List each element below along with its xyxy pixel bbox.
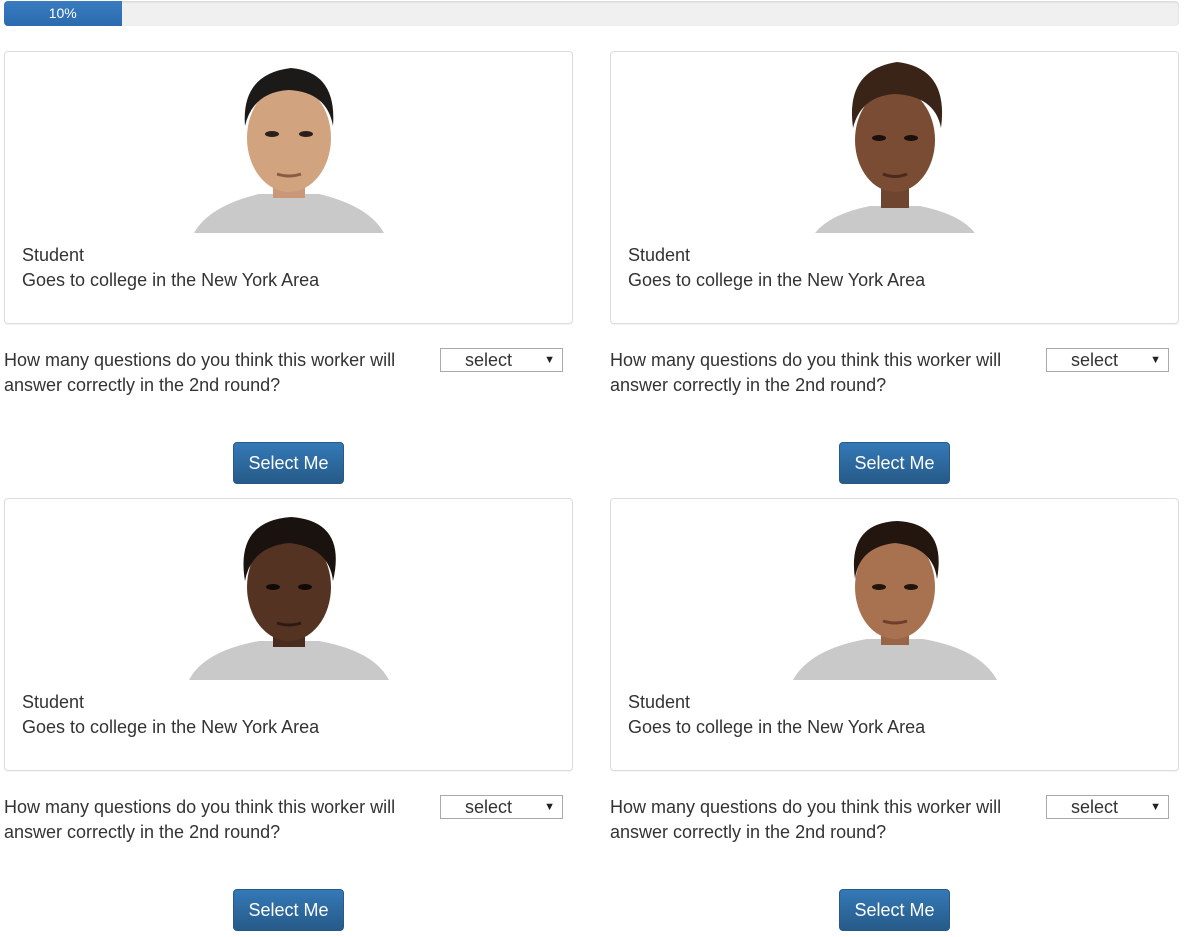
prediction-select[interactable]: select ▼: [440, 795, 563, 819]
triangle-down-icon: ▼: [1150, 354, 1161, 366]
triangle-down-icon: ▼: [1150, 801, 1161, 813]
prediction-select[interactable]: select ▼: [1046, 795, 1169, 819]
progress-bar: 10%: [4, 1, 1179, 26]
select-me-button[interactable]: Select Me: [839, 442, 950, 484]
prediction-question: How many questions do you think this wor…: [610, 350, 1002, 395]
worker-photo: [188, 517, 389, 680]
worker-photo: [193, 68, 384, 233]
worker-description: Goes to college in the New York Area: [628, 717, 926, 737]
worker-photo: [814, 62, 975, 233]
worker-card: Student Goes to college in the New York …: [610, 498, 1179, 771]
worker-photo: [792, 521, 997, 680]
select-value: select: [1071, 350, 1119, 370]
select-me-button[interactable]: Select Me: [233, 889, 344, 931]
worker-role: Student: [628, 692, 691, 712]
worker-role: Student: [628, 245, 691, 265]
prediction-question: How many questions do you think this wor…: [4, 797, 396, 842]
prediction-question: How many questions do you think this wor…: [610, 797, 1002, 842]
worker-role: Student: [22, 245, 85, 265]
worker-description: Goes to college in the New York Area: [628, 270, 926, 290]
progress-bar-fill: 10%: [4, 1, 122, 26]
prediction-select[interactable]: select ▼: [1046, 348, 1169, 372]
worker-card: Student Goes to college in the New York …: [4, 51, 573, 324]
progress-label: 10%: [48, 5, 77, 21]
select-me-button[interactable]: Select Me: [839, 889, 950, 931]
triangle-down-icon: ▼: [544, 354, 555, 366]
worker-role: Student: [22, 692, 85, 712]
worker-card: Student Goes to college in the New York …: [4, 498, 573, 771]
worker-description: Goes to college in the New York Area: [22, 717, 320, 737]
worker-description: Goes to college in the New York Area: [22, 270, 320, 290]
prediction-question: How many questions do you think this wor…: [4, 350, 396, 395]
select-value: select: [465, 797, 513, 817]
triangle-down-icon: ▼: [544, 801, 555, 813]
select-value: select: [465, 350, 513, 370]
worker-card: Student Goes to college in the New York …: [610, 51, 1179, 324]
prediction-select[interactable]: select ▼: [440, 348, 563, 372]
select-me-button[interactable]: Select Me: [233, 442, 344, 484]
select-value: select: [1071, 797, 1119, 817]
